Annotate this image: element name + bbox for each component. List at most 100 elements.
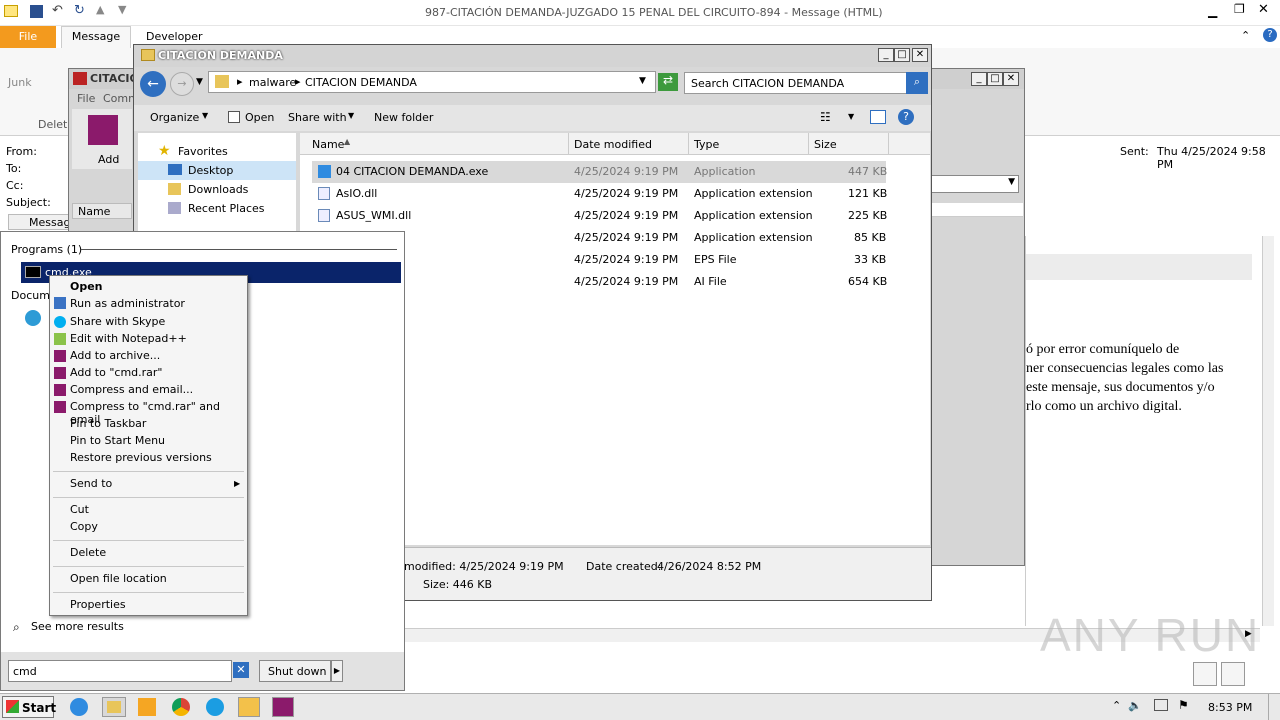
- file-row[interactable]: 04 CITACION DEMANDA.exe 4/25/2024 9:19 P…: [312, 161, 887, 183]
- menu-open-file-location[interactable]: Open file location: [70, 572, 167, 585]
- back-close-button[interactable]: ✕: [1003, 72, 1019, 86]
- breadcrumb-malware[interactable]: malware: [249, 76, 296, 89]
- junk-button[interactable]: Junk: [8, 76, 32, 89]
- forward-button[interactable]: →: [170, 72, 194, 96]
- minimize-button[interactable]: _: [878, 48, 894, 62]
- ie-icon[interactable]: [70, 698, 88, 716]
- share-with-button[interactable]: Share with: [288, 111, 347, 124]
- address-bar[interactable]: ▸ malware ▸ CITACION DEMANDA ▼: [208, 71, 656, 93]
- help-icon[interactable]: ?: [898, 109, 914, 125]
- column-type[interactable]: Type: [694, 138, 719, 151]
- share-dropdown-icon[interactable]: ▼: [348, 111, 354, 120]
- vertical-scrollbar[interactable]: [1262, 236, 1274, 626]
- back-minimize-button[interactable]: _: [971, 72, 987, 86]
- down-arrow-icon[interactable]: ▼: [118, 3, 126, 16]
- network-icon[interactable]: [1154, 699, 1168, 711]
- menu-pin-start[interactable]: Pin to Start Menu: [70, 434, 165, 447]
- sent-value: Thu 4/25/2024 9:58 PM: [1157, 145, 1266, 171]
- clock[interactable]: 8:53 PM: [1208, 701, 1252, 714]
- undo-icon[interactable]: ↶: [52, 3, 63, 18]
- tab-file[interactable]: File: [0, 26, 56, 48]
- back-address-dropdown[interactable]: ▼: [929, 175, 1019, 193]
- menu-add-cmd-rar[interactable]: Add to "cmd.rar": [70, 366, 162, 379]
- chrome-icon[interactable]: [172, 698, 190, 716]
- message-tab[interactable]: Message: [8, 214, 77, 230]
- menu-properties[interactable]: Properties: [70, 598, 126, 611]
- maximize-button[interactable]: □: [894, 48, 910, 62]
- breadcrumb-citacion[interactable]: CITACION DEMANDA: [305, 76, 417, 89]
- close-button[interactable]: ✕: [1258, 2, 1269, 17]
- column-name[interactable]: Name: [312, 138, 344, 151]
- explorer-taskbar-button[interactable]: [102, 697, 126, 717]
- view-options-icon[interactable]: ☷: [820, 110, 831, 124]
- file-row[interactable]: ASUS_WMI.dll 4/25/2024 9:19 PM Applicati…: [312, 205, 887, 227]
- outlook-taskbar-button[interactable]: [238, 697, 260, 717]
- column-divider[interactable]: [568, 133, 569, 155]
- search-icon[interactable]: ⌕: [906, 72, 928, 94]
- column-divider[interactable]: [688, 133, 689, 155]
- start-search-input[interactable]: cmd: [8, 660, 232, 682]
- view-dropdown-icon[interactable]: ▼: [848, 112, 854, 121]
- volume-icon[interactable]: 🔈: [1128, 699, 1142, 712]
- media-player-icon[interactable]: [138, 698, 156, 716]
- address-dropdown-icon[interactable]: ▼: [639, 76, 646, 86]
- menu-send-to[interactable]: Send to: [70, 477, 112, 490]
- column-divider[interactable]: [888, 133, 889, 155]
- menu-copy[interactable]: Copy: [70, 520, 98, 533]
- back-name-column[interactable]: Name: [72, 203, 132, 219]
- close-button[interactable]: ✕: [912, 48, 928, 62]
- show-hidden-icons[interactable]: ⌃: [1112, 699, 1121, 712]
- menu-delete[interactable]: Delete: [70, 546, 106, 559]
- organize-button[interactable]: Organize: [150, 111, 199, 124]
- start-button[interactable]: Start: [2, 696, 56, 718]
- up-arrow-icon[interactable]: ▲: [96, 3, 104, 16]
- back-maximize-button[interactable]: □: [987, 72, 1003, 86]
- refresh-icon[interactable]: ↻: [74, 3, 85, 18]
- see-more-results[interactable]: See more results: [31, 620, 124, 633]
- back-menu-file[interactable]: File: [77, 92, 95, 105]
- organize-dropdown-icon[interactable]: ▼: [202, 111, 208, 120]
- menu-compress-email[interactable]: Compress and email...: [70, 383, 193, 396]
- refresh-button[interactable]: ⇄: [658, 73, 678, 91]
- open-button[interactable]: Open: [245, 111, 274, 124]
- people-icon[interactable]: [1193, 662, 1217, 686]
- nav-item-downloads[interactable]: Downloads: [138, 180, 296, 199]
- preview-pane-icon[interactable]: [870, 110, 886, 124]
- nav-item-recent-places[interactable]: Recent Places: [138, 199, 296, 218]
- add-button[interactable]: Add: [72, 109, 132, 169]
- history-dropdown-icon[interactable]: ▼: [196, 77, 203, 87]
- maximize-button[interactable]: ❐: [1234, 2, 1245, 16]
- column-date-modified[interactable]: Date modified: [574, 138, 652, 151]
- menu-add-archive[interactable]: Add to archive...: [70, 349, 160, 362]
- file-row[interactable]: AsIO.dll 4/25/2024 9:19 PM Application e…: [312, 183, 887, 205]
- menu-restore-versions[interactable]: Restore previous versions: [70, 451, 212, 464]
- column-size[interactable]: Size: [814, 138, 837, 151]
- new-folder-button[interactable]: New folder: [374, 111, 433, 124]
- column-divider[interactable]: [808, 133, 809, 155]
- menu-share-skype[interactable]: Share with Skype: [70, 315, 165, 328]
- nav-item-desktop[interactable]: Desktop: [138, 161, 296, 180]
- menu-run-as-admin[interactable]: Run as administrator: [70, 297, 185, 310]
- save-icon[interactable]: [30, 5, 43, 18]
- file-date: 4/25/2024 9:19 PM: [574, 231, 679, 244]
- minimize-button[interactable]: ▁: [1208, 4, 1217, 18]
- action-center-icon[interactable]: ⚑: [1178, 698, 1189, 712]
- shutdown-options-button[interactable]: ▶: [331, 660, 343, 682]
- tab-developer[interactable]: Developer: [146, 30, 203, 43]
- menu-edit-notepad[interactable]: Edit with Notepad++: [70, 332, 187, 345]
- nav-favorites[interactable]: Favorites: [178, 145, 228, 158]
- menu-pin-taskbar[interactable]: Pin to Taskbar: [70, 417, 146, 430]
- show-desktop-button[interactable]: [1268, 694, 1280, 720]
- collapse-ribbon-icon[interactable]: ⌃: [1241, 29, 1250, 42]
- search-input[interactable]: Search CITACION DEMANDA: [684, 72, 908, 94]
- tab-message[interactable]: Message: [61, 26, 131, 48]
- back-button[interactable]: ←: [140, 71, 166, 97]
- clear-search-icon[interactable]: ✕: [233, 662, 249, 678]
- people-pane-icon[interactable]: [1221, 662, 1245, 686]
- shutdown-button[interactable]: Shut down: [259, 660, 331, 682]
- help-icon[interactable]: ?: [1263, 28, 1277, 42]
- menu-open[interactable]: Open: [70, 280, 103, 293]
- edge-icon[interactable]: [206, 698, 224, 716]
- menu-cut[interactable]: Cut: [70, 503, 89, 516]
- winrar-taskbar-button[interactable]: [272, 697, 294, 717]
